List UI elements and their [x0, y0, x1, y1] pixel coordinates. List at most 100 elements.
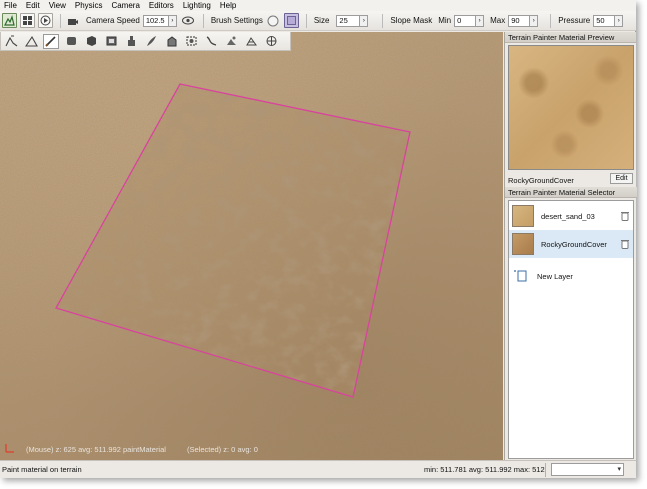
toolbar-separator	[305, 13, 307, 28]
menu-editors[interactable]: Editors	[149, 1, 174, 10]
tool-road[interactable]	[123, 34, 139, 49]
slope-max-input[interactable]: 90	[508, 14, 531, 27]
camera-speed-arrow[interactable]: ›	[168, 14, 177, 27]
slope-min-arrow[interactable]: ›	[476, 14, 485, 27]
size-input[interactable]: 25	[336, 14, 361, 27]
menu-lighting[interactable]: Lighting	[183, 1, 211, 10]
terrain-raise-icon	[5, 35, 17, 47]
material-thumbnail	[512, 205, 534, 227]
terrain-editor-button[interactable]	[2, 13, 17, 28]
mask-icon	[106, 36, 116, 46]
size-label: Size	[313, 16, 330, 25]
visibility-button[interactable]	[181, 13, 196, 28]
brush-circle-button[interactable]	[266, 13, 281, 28]
app-window: File Edit View Physics Camera Editors Li…	[0, 0, 637, 478]
camera-speed-input[interactable]: 102.5	[142, 14, 169, 27]
toolbar-separator	[382, 13, 384, 28]
slope-min-input[interactable]: 0	[454, 14, 477, 27]
new-layer-icon	[514, 270, 527, 282]
right-panel: Terrain Painter Material Preview RockyGr…	[504, 32, 637, 460]
material-preview-name: RockyGroundCover	[508, 176, 574, 185]
tool-smooth[interactable]	[63, 34, 79, 49]
grid-icon	[23, 16, 32, 25]
trash-icon	[620, 212, 629, 221]
tool-globe[interactable]	[263, 34, 279, 49]
slope-max-arrow[interactable]: ›	[530, 14, 539, 27]
delete-material-button[interactable]	[620, 239, 629, 249]
circle-brush-icon	[267, 15, 279, 26]
smooth-icon	[66, 37, 76, 45]
terrain-flatten-icon	[24, 35, 38, 47]
status-dropdown[interactable]: ▾	[551, 463, 624, 476]
river-icon	[206, 36, 216, 46]
tool-flatten[interactable]	[23, 34, 39, 49]
material-item-rocky-ground[interactable]: RockyGroundCover	[509, 230, 633, 258]
brush-settings-label: Brush Settings	[210, 16, 263, 25]
camera-button[interactable]	[65, 13, 80, 28]
shape-icon	[86, 36, 96, 46]
toolbar-separator	[550, 13, 552, 28]
play-button[interactable]	[38, 13, 53, 28]
menu-view[interactable]: View	[49, 1, 66, 10]
axis-gizmo-icon	[5, 444, 14, 453]
material-thumbnail	[512, 233, 534, 255]
square-brush-icon	[286, 16, 296, 25]
grid-view-button[interactable]	[20, 13, 35, 28]
menu-file[interactable]: File	[4, 1, 17, 10]
foliage-icon	[146, 36, 156, 46]
tool-foliage[interactable]	[143, 34, 159, 49]
tool-object[interactable]	[223, 34, 239, 49]
menu-help[interactable]: Help	[220, 1, 236, 10]
tool-shape[interactable]	[83, 34, 99, 49]
terrain-canvas[interactable]	[0, 32, 503, 460]
tool-select-area[interactable]	[183, 34, 199, 49]
tool-raise[interactable]	[3, 34, 19, 49]
tool-paint[interactable]	[43, 33, 59, 49]
status-text: Paint material on terrain	[2, 465, 82, 474]
slope-max-label: Max	[490, 16, 506, 25]
tool-mask[interactable]	[103, 34, 119, 49]
selected-info-text: (Selected) z: 0 avg: 0	[187, 445, 258, 454]
menu-edit[interactable]: Edit	[26, 1, 40, 10]
trash-icon	[620, 240, 629, 249]
fill-icon	[167, 36, 176, 47]
edit-material-button[interactable]: Edit	[610, 173, 633, 184]
material-preview-title: Terrain Painter Material Preview	[505, 32, 636, 43]
mesh-icon	[245, 37, 257, 46]
slope-min-label: Min	[438, 16, 452, 25]
road-icon	[127, 36, 135, 46]
menu-bar: File Edit View Physics Camera Editors Li…	[0, 0, 636, 11]
terrain-icon	[4, 15, 15, 26]
tool-mesh[interactable]	[243, 34, 259, 49]
toolbar-separator	[202, 13, 204, 28]
globe-icon	[266, 36, 276, 46]
brush-square-button[interactable]	[283, 13, 299, 28]
height-stats: min: 511.781 avg: 511.992 max: 512	[424, 465, 545, 474]
eye-icon	[182, 16, 195, 25]
terrain-viewport[interactable]: (Mouse) z: 625 avg: 511.992 paintMateria…	[0, 32, 503, 460]
paint-brush-icon	[44, 36, 56, 47]
menu-camera[interactable]: Camera	[111, 1, 139, 10]
pressure-arrow[interactable]: ›	[615, 14, 624, 27]
material-item-label: RockyGroundCover	[541, 239, 607, 249]
size-arrow[interactable]: ›	[360, 14, 369, 27]
material-item-label: desert_sand_03	[541, 211, 595, 221]
pressure-input[interactable]: 50	[593, 14, 616, 27]
chevron-down-icon: ▾	[617, 466, 621, 473]
new-layer-label: New Layer	[537, 271, 573, 281]
delete-material-button[interactable]	[620, 211, 629, 221]
object-icon	[226, 36, 236, 45]
menu-physics[interactable]: Physics	[75, 1, 103, 10]
toolbar-separator	[60, 13, 61, 28]
tool-fill[interactable]	[163, 34, 179, 49]
status-bar: Paint material on terrain min: 511.781 a…	[0, 460, 636, 478]
terrain-tools-toolbar	[0, 32, 291, 51]
material-preview-image	[508, 45, 634, 170]
material-item-desert-sand[interactable]: desert_sand_03	[509, 202, 633, 230]
new-layer-button[interactable]: New Layer	[513, 270, 573, 282]
tool-river[interactable]	[203, 34, 219, 49]
pressure-label: Pressure	[558, 16, 591, 25]
mouse-info-text: (Mouse) z: 625 avg: 511.992 paintMateria…	[26, 445, 166, 454]
material-list[interactable]: desert_sand_03 RockyGroundCover New Laye…	[508, 200, 634, 459]
slope-mask-label: Slope Mask	[390, 16, 433, 25]
